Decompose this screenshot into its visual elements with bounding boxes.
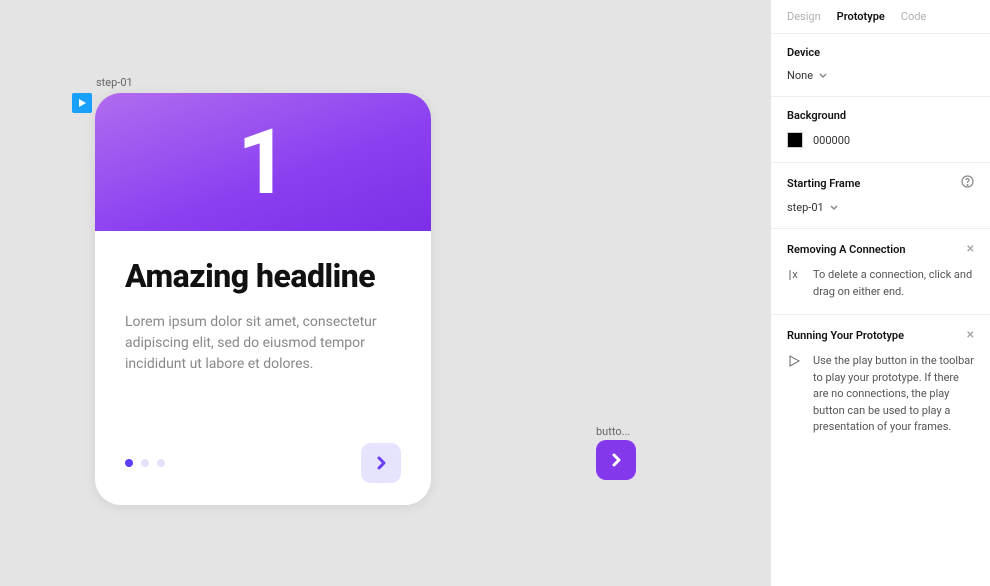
tab-prototype[interactable]: Prototype	[837, 10, 885, 23]
dot-2	[141, 459, 149, 467]
play-icon	[77, 98, 87, 108]
chevron-right-icon	[609, 453, 623, 467]
help1-title-row: Removing A Connection ×	[787, 241, 974, 257]
device-value: None	[787, 69, 813, 82]
help1-text: To delete a connection, click and drag o…	[813, 267, 974, 300]
device-dropdown[interactable]: None	[787, 69, 974, 82]
help-running-prototype: Running Your Prototype × Use the play bu…	[771, 315, 990, 450]
device-title: Device	[787, 46, 974, 59]
help1-body: To delete a connection, click and drag o…	[787, 267, 974, 300]
background-section: Background 000000	[771, 97, 990, 163]
panel-tabs: Design Prototype Code	[771, 0, 990, 34]
dot-1	[125, 459, 133, 467]
chevron-down-icon	[819, 69, 827, 82]
canvas[interactable]: step-01 1 Amazing headline Lorem ipsum d…	[0, 0, 770, 586]
background-picker[interactable]: 000000	[787, 132, 974, 148]
help2-title-row: Running Your Prototype ×	[787, 327, 974, 343]
card-hero: 1	[95, 93, 431, 231]
close-icon[interactable]: ×	[967, 241, 974, 257]
card-body: Amazing headline Lorem ipsum dolor sit a…	[95, 231, 431, 375]
help-icon[interactable]	[961, 175, 974, 191]
starting-frame-dropdown[interactable]: step-01	[787, 201, 974, 214]
frame-button[interactable]	[596, 440, 636, 480]
starting-frame-value: step-01	[787, 201, 824, 214]
hero-number: 1	[237, 110, 289, 215]
right-panel: Design Prototype Code Device None Backgr…	[770, 0, 990, 586]
starting-frame-section: Starting Frame step-01	[771, 163, 990, 229]
connection-delete-icon	[787, 268, 803, 285]
frame-label-step[interactable]: step-01	[96, 76, 133, 89]
help2-body: Use the play button in the toolbar to pl…	[787, 353, 974, 436]
background-value: 000000	[813, 134, 850, 147]
help2-text: Use the play button in the toolbar to pl…	[813, 353, 974, 436]
starting-frame-title-text: Starting Frame	[787, 177, 860, 190]
play-icon	[787, 354, 803, 371]
help1-title: Removing A Connection	[787, 243, 905, 256]
help2-title: Running Your Prototype	[787, 329, 904, 342]
help-removing-connection: Removing A Connection × To delete a conn…	[771, 229, 990, 315]
tab-design[interactable]: Design	[787, 10, 821, 23]
chevron-down-icon	[830, 201, 838, 214]
page-dots	[125, 459, 165, 467]
frame-step-01[interactable]: 1 Amazing headline Lorem ipsum dolor sit…	[95, 93, 431, 505]
starting-frame-title: Starting Frame	[787, 175, 974, 191]
close-icon[interactable]: ×	[967, 327, 974, 343]
background-swatch[interactable]	[787, 132, 803, 148]
next-button[interactable]	[361, 443, 401, 483]
device-section: Device None	[771, 34, 990, 97]
card-footer	[125, 443, 401, 483]
card-headline: Amazing headline	[125, 259, 401, 294]
card-body-text: Lorem ipsum dolor sit amet, consectetur …	[125, 312, 401, 375]
frame-label-button[interactable]: butto...	[596, 425, 630, 438]
background-title: Background	[787, 109, 974, 122]
chevron-right-icon	[374, 456, 388, 470]
tab-code[interactable]: Code	[901, 10, 926, 23]
flow-start-handle[interactable]	[72, 93, 92, 113]
dot-3	[157, 459, 165, 467]
